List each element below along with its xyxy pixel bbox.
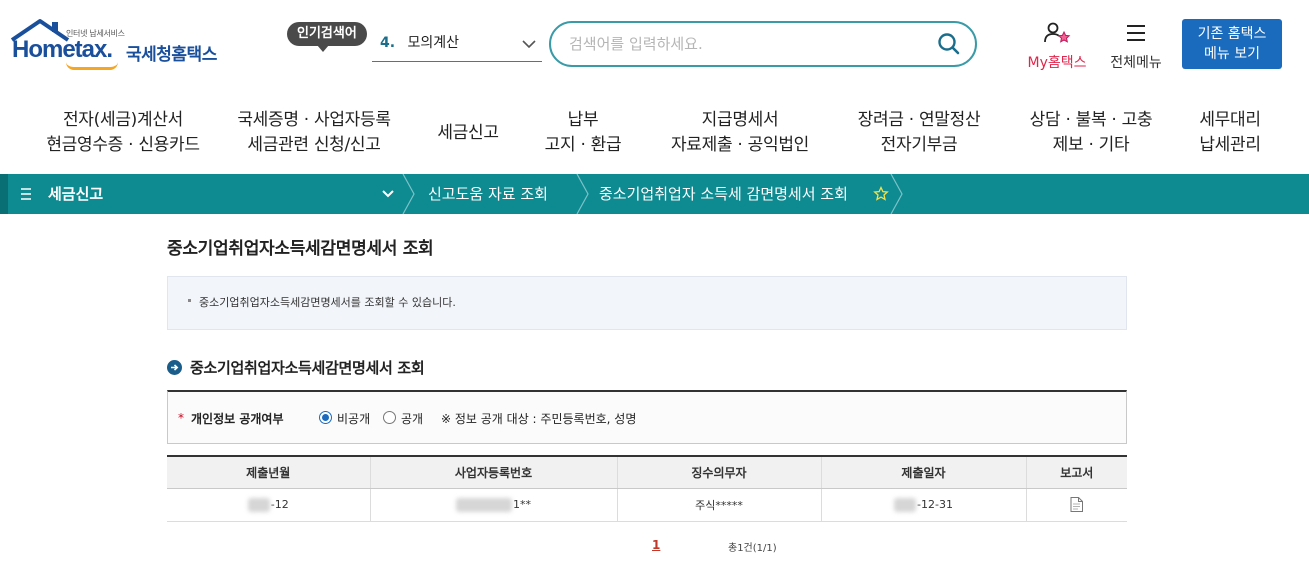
nav-item-line2: 제보 · 기타: [1052, 135, 1130, 155]
search-input[interactable]: [569, 33, 929, 55]
nav-item-line1: 전자(세금)계산서: [62, 110, 184, 130]
cell-date: -12-31: [820, 488, 1026, 522]
cell-bizno: 1**: [369, 488, 617, 522]
document-icon[interactable]: [1070, 497, 1084, 512]
nav-item-line1: 세무대리: [1199, 110, 1261, 130]
nav-item-line2: 현금영수증 · 신용카드: [46, 135, 200, 155]
bullet: [188, 299, 191, 302]
required-mark: *: [178, 411, 184, 425]
breadcrumb: 세금신고 신고도움 자료 조회 중소기업취업자 소득세 감면명세서 조회: [0, 174, 1309, 214]
nav-item-line2: 전자기부금: [880, 135, 958, 155]
logo-swoosh: [66, 62, 118, 70]
popular-rank: 4.: [380, 35, 396, 51]
nav-item-line1: 지급명세서: [701, 110, 779, 130]
nav-item-line1: 장려금 · 연말정산: [857, 110, 981, 130]
nav-item-payment[interactable]: 납부 고지 · 환급: [533, 96, 633, 170]
logo-korean: 국세청홈택스: [126, 45, 217, 65]
nav-item-line2: 세금관련 신청/신고: [247, 135, 381, 155]
breadcrumb-level2[interactable]: 신고도움 자료 조회: [428, 174, 548, 214]
radio-private[interactable]: [319, 411, 332, 424]
column-header: 제출일자: [820, 455, 1026, 489]
notice-box: 중소기업취업자소득세감면명세서를 조회할 수 있습니다.: [167, 276, 1127, 330]
table-row[interactable]: -12 1** 주식***** -12-31: [167, 488, 1127, 522]
nav-item-tax-filing[interactable]: 세금신고: [424, 96, 512, 170]
main-navigation: 전자(세금)계산서 현금영수증 · 신용카드 국세증명 · 사업자등록 세금관련…: [0, 96, 1309, 170]
cell-bizno-text: 1**: [513, 497, 531, 511]
menu-lines-icon[interactable]: [20, 187, 32, 201]
old-menu-line1: 기존 홈택스: [1197, 26, 1267, 42]
column-header: 보고서: [1025, 455, 1127, 489]
table-header-row: 제출년월 사업자등록번호 징수의무자 제출일자 보고서: [167, 455, 1127, 489]
nav-item-incentives[interactable]: 장려금 · 연말정산 전자기부금: [846, 96, 992, 170]
nav-item-e-invoice[interactable]: 전자(세금)계산서 현금영수증 · 신용카드: [28, 96, 218, 170]
notice-text: 중소기업취업자소득세감면명세서를 조회할 수 있습니다.: [199, 296, 456, 309]
privacy-note: ※ 정보 공개 대상 : 주민등록번호, 성명: [441, 412, 637, 426]
hamburger-icon: [1127, 25, 1145, 41]
radio-public[interactable]: [383, 411, 396, 424]
radio-private-label[interactable]: 비공개: [337, 410, 370, 427]
nav-item-payment-statement[interactable]: 지급명세서 자료제출 · 공익법인: [660, 96, 820, 170]
nav-item-line1: 국세증명 · 사업자등록: [237, 110, 391, 130]
old-menu-line2: 메뉴 보기: [1204, 46, 1260, 62]
pagination-current-page[interactable]: 1: [652, 538, 660, 552]
nav-item-certificates[interactable]: 국세증명 · 사업자등록 세금관련 신청/신고: [224, 96, 404, 170]
user-star-icon: [1044, 22, 1071, 43]
breadcrumb-separator-icon: [576, 174, 589, 214]
breadcrumb-separator-icon: [890, 174, 903, 214]
breadcrumb-root[interactable]: 세금신고: [48, 174, 103, 214]
logo-brand: Hometax.: [12, 36, 113, 63]
column-header: 제출년월: [167, 455, 370, 489]
chevron-down-icon[interactable]: [381, 188, 395, 200]
cell-month: -12: [167, 488, 370, 522]
radio-public-label[interactable]: 공개: [401, 410, 423, 427]
search-box: [549, 21, 977, 67]
result-table: 제출년월 사업자등록번호 징수의무자 제출일자 보고서 -12 1** 주식**…: [167, 455, 1127, 522]
breadcrumb-edge: [0, 174, 8, 214]
all-menu-label: 전체메뉴: [1110, 55, 1162, 71]
my-hometax-label: My홈택스: [1027, 55, 1087, 71]
privacy-filter: * 개인정보 공개여부 비공개 공개 ※ 정보 공개 대상 : 주민등록번호, …: [167, 390, 1127, 444]
redacted-mask: [247, 497, 270, 512]
arrow-circle-icon: [167, 360, 182, 375]
cell-report: [1025, 488, 1127, 522]
page-title: 중소기업취업자소득세감면명세서 조회: [167, 239, 434, 259]
cell-date-text: -12-31: [917, 497, 953, 511]
redacted-mask: [894, 497, 917, 512]
nav-item-line1: 납부: [567, 110, 599, 130]
nav-item-line2: 자료제출 · 공익법인: [670, 135, 810, 155]
nav-item-line1: 상담 · 불복 · 고충: [1029, 110, 1153, 130]
redacted-mask: [456, 497, 512, 512]
section-title-text: 중소기업취업자소득세감면명세서 조회: [190, 359, 425, 377]
column-header: 징수의무자: [616, 455, 821, 489]
popular-search-select[interactable]: 4. 모의계산: [372, 28, 542, 62]
cell-month-text: -12: [270, 497, 289, 511]
hometax-logo[interactable]: 인터넷 납세서비스 Hometax. 국세청홈택스: [10, 18, 225, 70]
privacy-label: 개인정보 공개여부: [191, 412, 284, 426]
nav-item-tax-agent[interactable]: 세무대리 납세관리: [1188, 96, 1272, 170]
pagination-total: 총1건(1/1): [728, 543, 777, 554]
nav-item-consulting[interactable]: 상담 · 불복 · 고충 제보 · 기타: [1018, 96, 1164, 170]
favorite-star-icon[interactable]: [873, 186, 889, 202]
breadcrumb-level3[interactable]: 중소기업취업자 소득세 감면명세서 조회: [599, 174, 848, 214]
search-icon[interactable]: [937, 32, 961, 56]
breadcrumb-separator-icon: [402, 174, 415, 214]
my-hometax-button[interactable]: My홈택스: [1020, 22, 1094, 72]
chevron-down-icon: [522, 40, 536, 49]
popular-term: 모의계산: [407, 35, 460, 51]
nav-item-line2: 고지 · 환급: [544, 135, 622, 155]
header: 인터넷 납세서비스 Hometax. 국세청홈택스 인기검색어 4. 모의계산 …: [0, 0, 1309, 90]
cell-payer: 주식*****: [616, 488, 821, 522]
old-hometax-menu-button[interactable]: 기존 홈택스 메뉴 보기: [1182, 19, 1282, 69]
column-header: 사업자등록번호: [369, 455, 617, 489]
nav-item-line2: 납세관리: [1199, 135, 1261, 155]
all-menu-button[interactable]: 전체메뉴: [1103, 22, 1169, 72]
nav-item-line1: 세금신고: [437, 122, 499, 143]
popular-search-badge: 인기검색어: [287, 22, 367, 52]
